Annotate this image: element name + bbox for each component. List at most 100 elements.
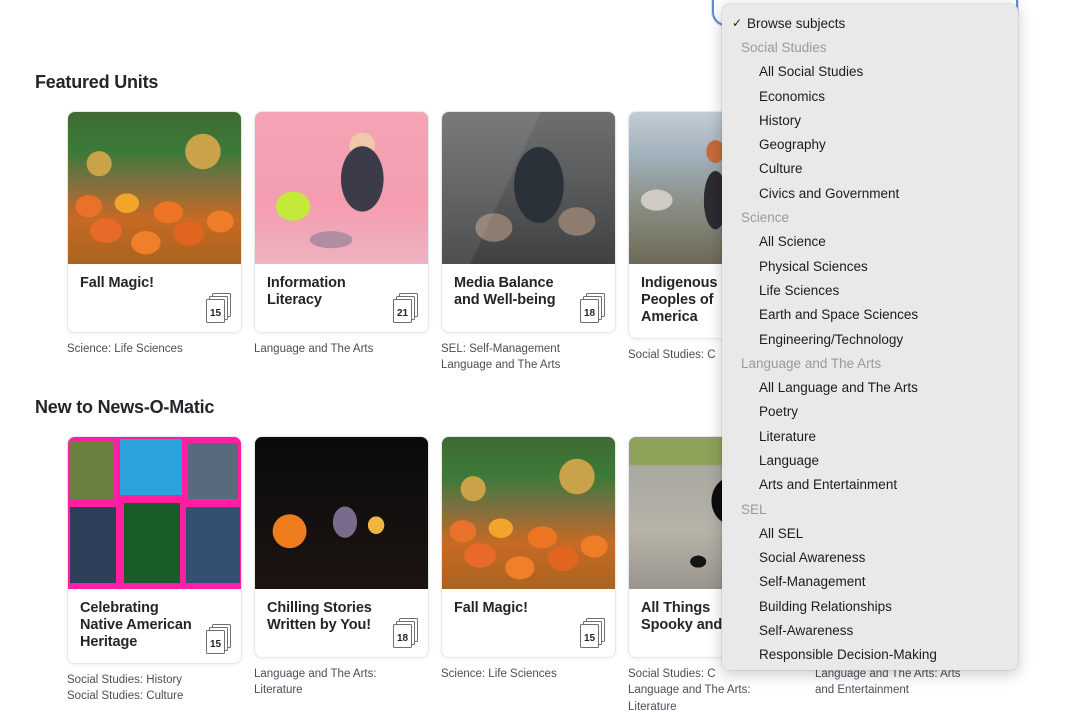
unit-card-body: Celebrating Native American Heritage 15 — [68, 589, 241, 663]
dropdown-item[interactable]: Responsible Decision-Making — [722, 643, 1018, 667]
dropdown-item[interactable]: Social Awareness — [722, 546, 1018, 570]
dropdown-item[interactable]: All Language and The Arts — [722, 375, 1018, 399]
unit-card-body: Information Literacy 21 — [255, 264, 428, 332]
dropdown-item-label: Social Awareness — [759, 550, 866, 566]
check-icon: ✓ — [732, 16, 743, 31]
dropdown-item-label: Social Studies — [741, 39, 827, 55]
section-heading-featured: Featured Units — [35, 72, 159, 92]
unit-card-title: Information Literacy — [267, 275, 346, 308]
dropdown-item-label: Science — [741, 210, 790, 226]
subject-dropdown-menu[interactable]: ✓ Browse subjects Social Studies All Social… — [722, 4, 1018, 670]
dropdown-item[interactable]: Building Relationships — [722, 594, 1018, 618]
page-stack-icon: 15 — [575, 618, 605, 648]
page-count-label: 15 — [209, 638, 222, 650]
stack-sheet-front: 21 — [393, 299, 412, 323]
unit-card-thumbnail — [68, 437, 241, 589]
page-stack-icon: 15 — [201, 623, 231, 654]
unit-card-subject: Social Studies: C Language and The Arts:… — [628, 668, 751, 712]
page-count-label: 15 — [583, 633, 596, 644]
dropdown-item[interactable]: Life Sciences — [722, 278, 1018, 302]
dropdown-item[interactable]: Economics — [722, 84, 1018, 108]
dropdown-item-label: Culture — [759, 161, 803, 177]
dropdown-item[interactable]: Geography — [722, 132, 1018, 156]
unit-card[interactable]: Information Literacy 21 Language and The A… — [254, 111, 429, 374]
dropdown-item-label: Poetry — [759, 404, 799, 420]
dropdown-item-label: Self-Management — [759, 574, 866, 590]
unit-card-body: Fall Magic! 15 — [68, 264, 241, 332]
dropdown-item[interactable]: All Science — [722, 230, 1018, 254]
unit-card-box[interactable]: Fall Magic! 15 — [441, 436, 616, 658]
page-stack-icon: 18 — [575, 293, 605, 323]
dropdown-item-label: Life Sciences — [759, 282, 840, 298]
dropdown-item[interactable]: Earth and Space Sciences — [722, 303, 1018, 327]
dropdown-item-label: Literature — [759, 428, 817, 444]
unit-card[interactable]: Fall Magic! 15 Science: Life Sciences — [441, 436, 616, 712]
unit-card-subject: Social Studies: History Social Studies: … — [67, 673, 184, 703]
unit-card-box[interactable]: Fall Magic! 15 — [67, 111, 242, 333]
page-count-label: 18 — [583, 308, 596, 319]
dropdown-item-label: Self-Awareness — [759, 623, 854, 639]
unit-card-thumbnail — [255, 437, 428, 589]
dropdown-item[interactable]: History — [722, 108, 1018, 132]
stack-sheet-front: 15 — [206, 629, 225, 654]
page-root: Featured Units Fall Magic! 15 Science: Lif… — [0, 0, 1080, 712]
dropdown-group-label: Social Studies — [722, 35, 1018, 59]
stack-sheet-front: 15 — [580, 624, 599, 648]
dropdown-item[interactable]: Arts and Entertainment — [722, 473, 1018, 497]
unit-card-body: Fall Magic! 15 — [442, 589, 615, 657]
unit-card-box[interactable]: Information Literacy 21 — [254, 111, 429, 333]
dropdown-item-selected[interactable]: ✓ Browse subjects — [722, 11, 1018, 35]
unit-card-image — [442, 437, 615, 589]
dropdown-item[interactable]: Civics and Government — [722, 181, 1018, 205]
unit-card[interactable]: Media Balance and Well-being 18 SEL: Self-… — [441, 111, 616, 374]
unit-card-subject: SEL: Self-Management Language and The Ar… — [441, 343, 561, 372]
dropdown-group-label: SEL — [722, 497, 1018, 521]
unit-card-title: Chilling Stories Written by You! — [267, 600, 372, 633]
stack-sheet-front: 18 — [580, 299, 599, 323]
unit-card-subject: Language and The Arts: Literature — [254, 668, 377, 697]
dropdown-item-label: Browse subjects — [747, 15, 846, 31]
dropdown-item[interactable]: Poetry — [722, 400, 1018, 424]
unit-card-title: Fall Magic! — [80, 275, 154, 291]
dropdown-item[interactable]: Self-Awareness — [722, 618, 1018, 642]
dropdown-item-label: Engineering/Technology — [759, 331, 904, 347]
unit-card-subject: Science: Life Sciences — [441, 668, 557, 680]
unit-card-title: Celebrating Native American Heritage — [80, 600, 192, 650]
dropdown-item-label: SEL — [741, 501, 767, 517]
dropdown-group-label: Language and The Arts — [722, 351, 1018, 375]
dropdown-group-label: Science — [722, 205, 1018, 229]
unit-card[interactable]: Celebrating Native American Heritage 15 So… — [67, 436, 242, 712]
dropdown-item[interactable]: All Social Studies — [722, 60, 1018, 84]
unit-card-image — [255, 112, 428, 264]
unit-card-box[interactable]: Media Balance and Well-being 18 — [441, 111, 616, 333]
dropdown-item-label: Language — [759, 452, 820, 468]
page-stack-icon: 21 — [388, 293, 418, 323]
dropdown-item-label: All Language and The Arts — [759, 380, 918, 396]
unit-card[interactable]: Chilling Stories Written by You! 18 Langua… — [254, 436, 429, 712]
dropdown-item-label: Geography — [759, 137, 826, 153]
dropdown-item[interactable]: Culture — [722, 157, 1018, 181]
dropdown-item-label: Arts and Entertainment — [759, 477, 898, 493]
dropdown-item[interactable]: Physical Sciences — [722, 254, 1018, 278]
unit-card-subject: Language and The Arts — [254, 343, 374, 355]
dropdown-item[interactable]: All SEL — [722, 521, 1018, 545]
page-stack-icon: 15 — [201, 293, 231, 323]
dropdown-item-label: History — [759, 112, 802, 128]
dropdown-item-label: Language and The Arts — [741, 355, 882, 371]
dropdown-item[interactable]: Engineering/Technology — [722, 327, 1018, 351]
unit-card-thumbnail — [442, 437, 615, 589]
unit-card-image — [68, 437, 241, 589]
unit-card[interactable]: Fall Magic! 15 Science: Life Sciences — [67, 111, 242, 374]
dropdown-item-label: All Social Studies — [759, 64, 864, 80]
dropdown-item[interactable]: Language — [722, 448, 1018, 472]
page-count-label: 15 — [209, 308, 222, 319]
dropdown-item[interactable]: Self-Management — [722, 570, 1018, 594]
page-count-label: 21 — [396, 308, 409, 319]
unit-card-image — [442, 112, 615, 264]
unit-card-body: Chilling Stories Written by You! 18 — [255, 589, 428, 657]
unit-card-box[interactable]: Chilling Stories Written by You! 18 — [254, 436, 429, 658]
unit-card-thumbnail — [68, 112, 241, 264]
dropdown-item[interactable]: Literature — [722, 424, 1018, 448]
unit-card-title: Media Balance and Well-being — [454, 275, 556, 308]
unit-card-box[interactable]: Celebrating Native American Heritage 15 — [67, 436, 242, 664]
